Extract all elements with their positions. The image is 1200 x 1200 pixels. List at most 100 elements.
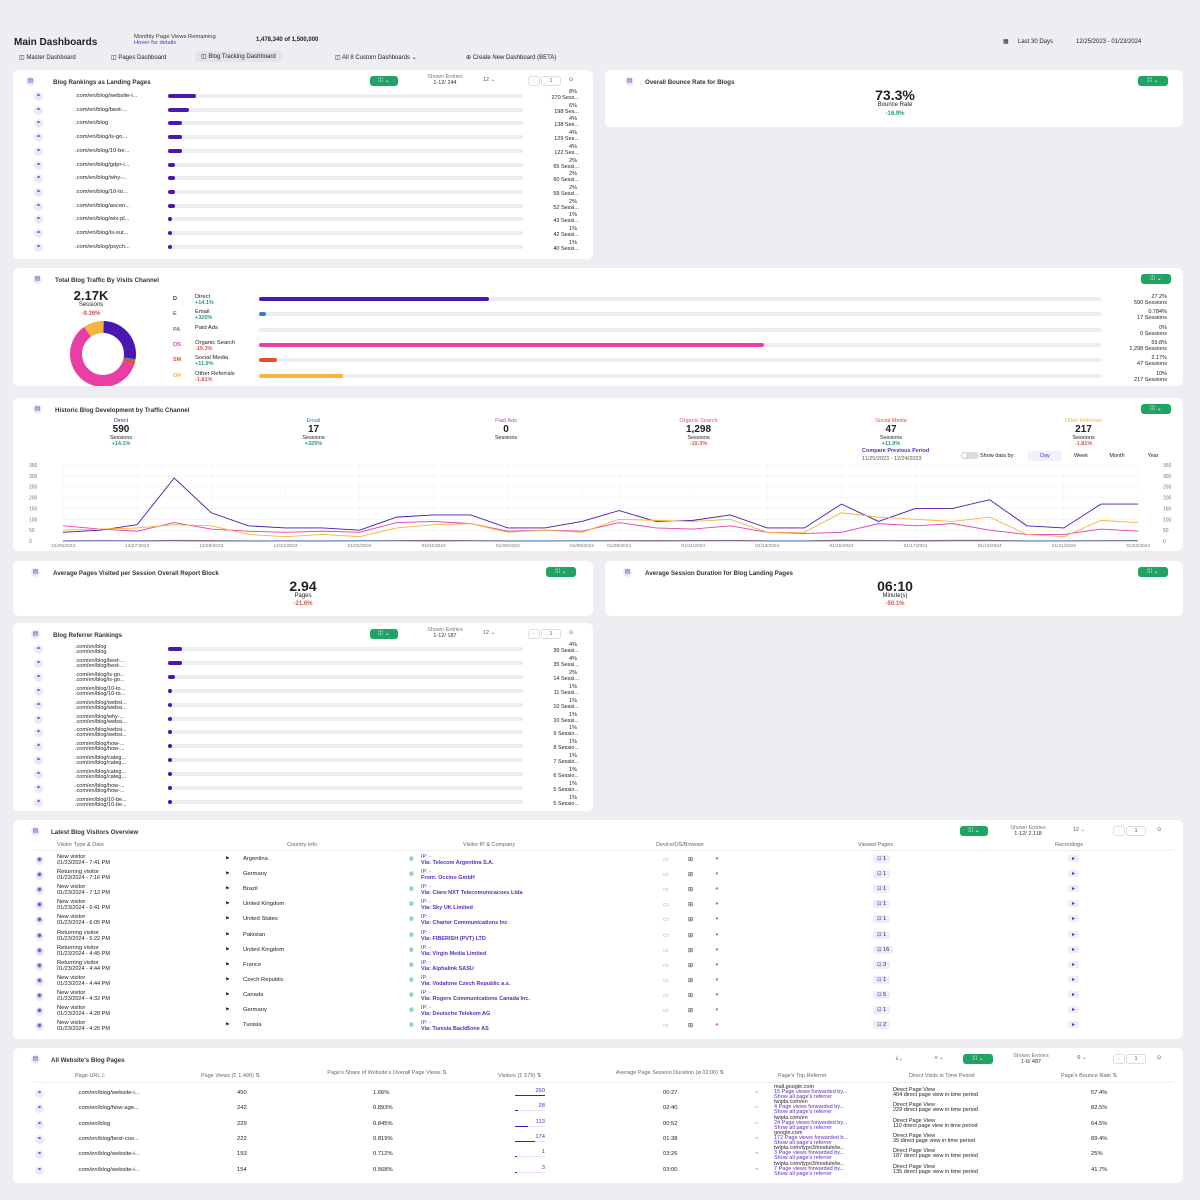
viewed-pages-button[interactable]: ⊡ 16: [873, 945, 894, 954]
page-views-hover-link[interactable]: Hover for details: [134, 40, 176, 46]
recording-play-icon[interactable]: ▸: [1068, 990, 1080, 998]
link-icon[interactable]: ⚭: [34, 119, 43, 129]
recording-play-icon[interactable]: ▸: [1068, 1006, 1080, 1013]
show-all-referrers-link[interactable]: Show all page's referrer: [774, 1171, 832, 1177]
landing-url[interactable]: .com/en/blog/websi...: [75, 705, 127, 711]
per-page-select[interactable]: 12 ⌄: [478, 629, 500, 639]
sort-icon[interactable]: ≡ ⌄: [925, 1054, 953, 1064]
link-icon[interactable]: ⚭: [34, 160, 43, 170]
link-icon[interactable]: ⚭: [34, 756, 43, 766]
link-icon[interactable]: ⚭: [34, 686, 43, 696]
link-icon[interactable]: ⚭: [34, 742, 43, 752]
col-page-views[interactable]: Page Views (Σ 1,490) ⇅: [201, 1073, 260, 1079]
tab-create-new-dashboard[interactable]: ⊕ Create New Dashboard (BETA): [466, 54, 556, 61]
landing-url[interactable]: .com/en/blog/wix-pl...: [75, 216, 129, 222]
landing-url[interactable]: .com/en/blog/categ...: [75, 774, 126, 780]
col-duration[interactable]: Average Page Session Duration (ø 02:00) …: [605, 1070, 735, 1076]
landing-url[interactable]: .com/en/blog/websi...: [75, 719, 127, 725]
landing-url[interactable]: .com/en/blog/ascen...: [75, 203, 130, 209]
col-visitors[interactable]: Visitors (Σ 579) ⇅: [498, 1073, 541, 1079]
recording-play-icon[interactable]: ▸: [1068, 885, 1080, 893]
filter-menu-button[interactable]: ⁞⁞⁞ ⌄: [960, 826, 988, 836]
link-icon[interactable]: ⚭: [34, 672, 43, 682]
page-number[interactable]: 1: [1126, 826, 1146, 836]
link-icon[interactable]: ⚭: [34, 215, 43, 225]
recording-play-icon[interactable]: ▸: [1068, 930, 1080, 938]
filter-menu-button[interactable]: ⁞⁞⁞ ⌄: [546, 567, 576, 577]
link-icon[interactable]: ⚭: [34, 174, 43, 184]
calendar-icon[interactable]: ▦: [1003, 38, 1009, 45]
link-icon[interactable]: ⚭: [34, 242, 43, 252]
tab-master-dashboard[interactable]: ◫ Master Dashboard: [19, 54, 76, 61]
settings-icon[interactable]: ⊙: [1153, 1054, 1165, 1064]
settings-icon[interactable]: ⊙: [1153, 826, 1165, 836]
tab-all-custom-dashboards[interactable]: ◫ All 8 Custom Dashboards ⌄: [335, 54, 417, 61]
visitor-company[interactable]: Via: Charter Communications Inc: [421, 920, 508, 926]
link-icon[interactable]: ⚭: [34, 645, 43, 654]
landing-url[interactable]: .com/en/blog/why-...: [75, 175, 127, 181]
viewed-pages-button[interactable]: ⊡ 3: [873, 960, 891, 969]
link-icon[interactable]: ⚭: [34, 728, 43, 738]
link-icon[interactable]: ⚭: [34, 187, 43, 197]
link-icon[interactable]: ⚭: [35, 1119, 44, 1129]
page-number[interactable]: 1: [1126, 1054, 1146, 1064]
filter-menu-button[interactable]: ⁞⁞⁞ ⌄: [1138, 567, 1168, 577]
page-number[interactable]: 1: [541, 76, 561, 86]
viewed-pages-button[interactable]: ⊡ 2: [873, 1021, 891, 1030]
recording-play-icon[interactable]: ▸: [1068, 870, 1080, 878]
landing-url[interactable]: .com/en/blog/10-to...: [75, 189, 128, 195]
visitor-company[interactable]: Via: Tunisia BackBone AS: [421, 1026, 489, 1032]
landing-url[interactable]: .com/en/blog/is-go...: [75, 677, 125, 683]
col-share[interactable]: Page's Share of Website's Overall Page V…: [317, 1070, 457, 1076]
viewed-pages-button[interactable]: ⊡ 1: [873, 900, 891, 909]
link-icon[interactable]: ⚭: [35, 1150, 44, 1160]
tab-blog-tracking-dashboard[interactable]: ◫ Blog Tracking Dashboard: [195, 51, 282, 62]
per-page-select[interactable]: 6 ⌄: [1071, 1054, 1093, 1064]
page-number[interactable]: 1: [541, 629, 561, 639]
landing-url[interactable]: .com/en/blog/10-to...: [75, 691, 125, 697]
landing-url[interactable]: .com/en/blog: [75, 120, 108, 126]
link-icon[interactable]: ⚭: [34, 770, 43, 780]
per-page-select[interactable]: 12 ⌄: [478, 76, 500, 86]
page-url[interactable]: .com/en/blog/website-i...: [77, 1167, 140, 1173]
link-icon[interactable]: ⚭: [34, 133, 43, 143]
prev-page-button[interactable]: ‹: [528, 76, 540, 86]
visitor-company[interactable]: Via: Rogers Communications Canada Inc.: [421, 996, 530, 1002]
download-icon[interactable]: ⤓ ⌄: [885, 1054, 913, 1064]
visitor-company[interactable]: Via: Sky UK Limited: [421, 905, 473, 911]
link-icon[interactable]: ⚭: [34, 700, 43, 710]
recording-play-icon[interactable]: ▸: [1068, 915, 1080, 923]
link-icon[interactable]: ⚭: [34, 784, 43, 793]
page-url[interactable]: .com/en/blog/website-i...: [77, 1090, 140, 1096]
visitor-company[interactable]: Via: Telecom Argentina S.A.: [421, 860, 494, 866]
landing-url[interactable]: .com/en/blog/categ...: [75, 760, 126, 766]
link-icon[interactable]: ⚭: [34, 201, 43, 211]
link-icon[interactable]: ⚭: [34, 229, 43, 238]
filter-menu-button[interactable]: ⁞⁞⁞ ⌄: [370, 629, 398, 639]
landing-url[interactable]: .com/en/blog/best-...: [75, 107, 128, 113]
visitor-company[interactable]: Via: Claro NXT Telecomunicacoes Ltda: [421, 890, 523, 896]
series-line-organic-search[interactable]: [62, 521, 1139, 535]
prev-page-button[interactable]: ‹: [528, 629, 540, 639]
filter-menu-button[interactable]: ⁞⁞⁞ ⌄: [963, 1054, 993, 1064]
landing-url[interactable]: .com/en/blog/websi...: [75, 732, 127, 738]
landing-url[interactable]: .com/en/blog/best-...: [75, 663, 125, 669]
per-page-select[interactable]: 12 ⌄: [1068, 826, 1090, 836]
link-icon[interactable]: ⚭: [35, 1165, 44, 1175]
donut-slice-d[interactable]: [103, 321, 136, 360]
page-url[interactable]: .com/en/blog/how-age...: [77, 1105, 139, 1111]
filter-menu-button[interactable]: ⁞⁞⁞ ⌄: [1141, 404, 1171, 414]
viewed-pages-button[interactable]: ⊡ 1: [873, 915, 891, 924]
viewed-pages-button[interactable]: ⊡ 1: [873, 855, 891, 863]
visitor-company[interactable]: Via: Vodafone Czech Republic a.s.: [421, 981, 510, 987]
link-icon[interactable]: ⚭: [34, 797, 43, 807]
landing-url[interactable]: .com/en/blog/website-i...: [75, 93, 138, 99]
filter-menu-button[interactable]: ⁞⁞⁞ ⌄: [1141, 274, 1171, 284]
prev-page-button[interactable]: ‹: [1113, 826, 1125, 836]
viewed-pages-button[interactable]: ⊡ 1: [873, 930, 891, 939]
link-icon[interactable]: ⚭: [34, 658, 43, 668]
recording-play-icon[interactable]: ▸: [1068, 900, 1080, 908]
page-url[interactable]: .com/en/blog/website-i...: [77, 1151, 140, 1157]
link-icon[interactable]: ⚭: [34, 714, 43, 724]
viewed-pages-button[interactable]: ⊡ 1: [873, 1006, 891, 1014]
